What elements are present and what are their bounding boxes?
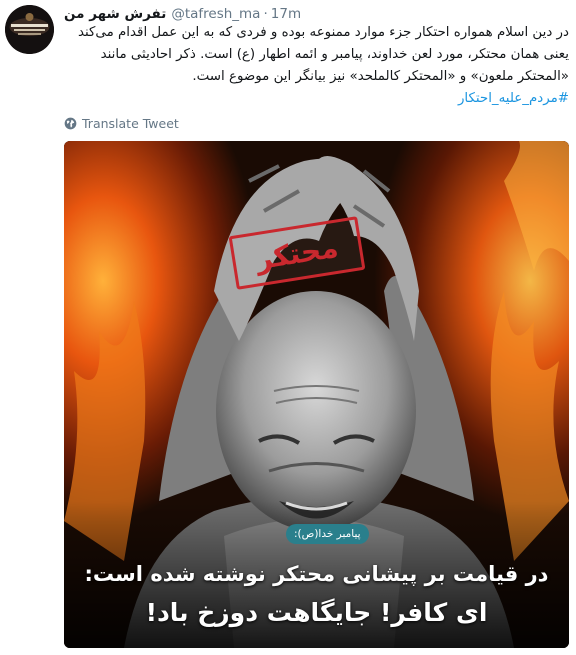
poster-caption-line2: ای کافر! جایگاهت دوزخ باد!: [145, 598, 488, 627]
tweet-text-line: «المحتکر ملعون» و «المحتکر کالملحد» نیز …: [192, 69, 569, 84]
tweet-header: تفرش شهر من @tafresh_ma · 17m: [64, 4, 301, 24]
translate-tweet-button[interactable]: Translate Tweet: [64, 114, 179, 132]
hashtag-link[interactable]: #مردم_علیه_احتکار: [458, 91, 569, 106]
poster-caption-line1: در قیامت بر پیشانی محتکر نوشته شده است:: [84, 562, 549, 586]
source-tag: پیامبر خدا(ص):: [286, 524, 369, 544]
separator-dot: ·: [263, 6, 268, 22]
tweet-text: در دین اسلام همواره احتکار جزء موارد ممن…: [64, 22, 569, 110]
timestamp[interactable]: 17m: [271, 6, 301, 22]
tweet-card[interactable]: تفرش شهر من @tafresh_ma · 17m در دین اسل…: [0, 0, 576, 655]
avatar[interactable]: [5, 5, 54, 54]
tweet-text-line: یعنی همان محتکر، مورد لعن خداوند، پیامبر…: [100, 47, 569, 62]
tweet-text-line: در دین اسلام همواره احتکار جزء موارد ممن…: [77, 25, 569, 40]
globe-icon: [64, 117, 77, 129]
translate-label: Translate Tweet: [82, 115, 179, 131]
display-name[interactable]: تفرش شهر من: [64, 6, 166, 22]
user-handle[interactable]: @tafresh_ma: [171, 6, 260, 22]
